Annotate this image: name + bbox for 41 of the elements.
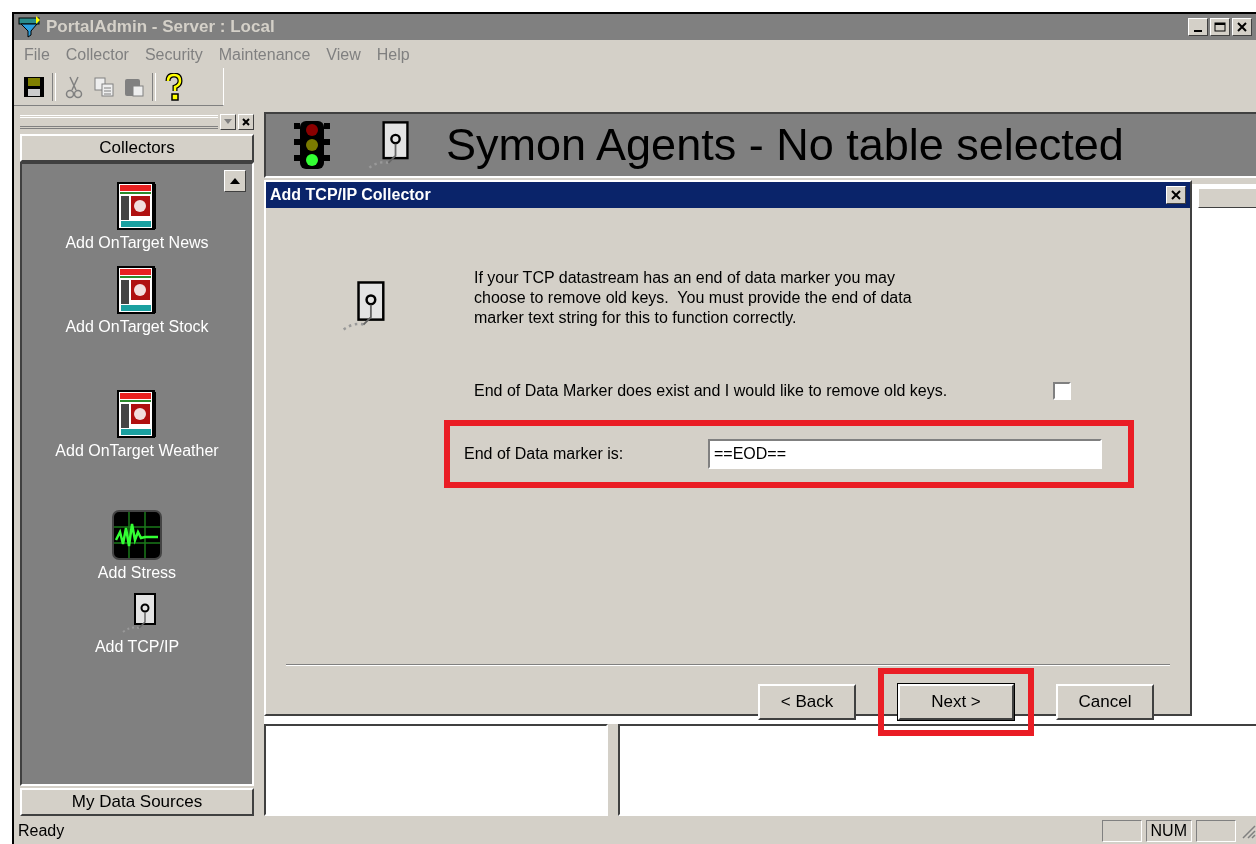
page-title: Symon Agents - No table selected [446, 119, 1124, 171]
dropdown-button[interactable] [220, 114, 236, 130]
traffic-light-icon [292, 120, 332, 170]
status-text: Ready [18, 822, 66, 840]
maximize-icon [1214, 22, 1226, 32]
marker-input[interactable]: ==EOD== [708, 439, 1102, 469]
waveform-monitor-icon [112, 510, 162, 560]
collector-label[interactable]: Add OnTarget Stock [65, 318, 209, 336]
newspaper-icon [117, 266, 157, 314]
window-title: PortalAdmin - Server : Local [46, 17, 276, 37]
status-indicator: NUM [1145, 820, 1192, 842]
field-label: End of Data marker is: [464, 445, 625, 463]
collector-label[interactable]: Add OnTarget Weather [55, 442, 219, 460]
status-panel [1101, 820, 1142, 842]
up-arrow-icon [230, 178, 240, 184]
close-button[interactable] [238, 114, 254, 130]
collector-label[interactable]: Add Stress [97, 564, 177, 582]
dialog-button[interactable]: Next > [898, 684, 1014, 720]
newspaper-icon [117, 390, 157, 438]
checkbox-label: End of Data Marker does exist and I would like to remove old keys. [474, 382, 948, 400]
dialog-button[interactable]: < Back [758, 684, 856, 720]
instruction-text: If your TCP datastream has an end of data marker you may choose to remove old keys. You must provide the end of data marker text string for this to function correctly. [474, 268, 913, 328]
data-sources-button[interactable]: My Data Sources [20, 788, 254, 816]
resize-grip-icon [1240, 823, 1256, 839]
dialog-button[interactable]: Cancel [1056, 684, 1154, 720]
collector-label[interactable]: Add TCP/IP [94, 638, 180, 656]
collector-label[interactable]: Add OnTarget News [65, 234, 209, 252]
status-panel [1196, 820, 1236, 842]
funnel-icon [18, 16, 42, 38]
close-icon [1171, 190, 1181, 200]
gripper[interactable] [20, 115, 218, 129]
close-icon [242, 118, 250, 126]
minimize-icon [1194, 30, 1202, 32]
collectors-button[interactable]: Collectors [20, 134, 254, 162]
close-button[interactable] [1166, 186, 1186, 204]
close-icon [1237, 22, 1247, 32]
dialog-title: Add TCP/IP Collector [270, 186, 432, 204]
remove-keys-checkbox[interactable] [1053, 382, 1072, 400]
scroll-up-button[interactable] [224, 170, 246, 192]
caret-icon [224, 119, 232, 125]
newspaper-icon [117, 182, 157, 230]
